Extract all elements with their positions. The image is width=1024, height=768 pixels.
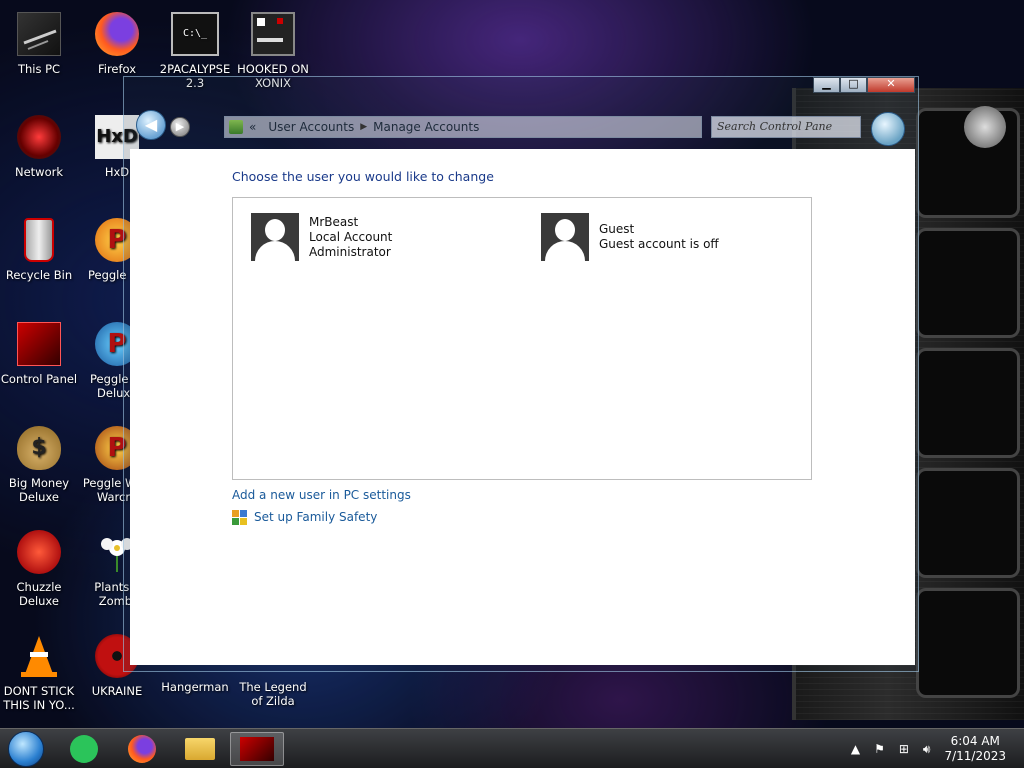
desktop-icon-label: DONT STICK THIS IN YO...: [3, 684, 75, 712]
alien-head-icon: [964, 106, 1006, 148]
minimize-button[interactable]: ▁: [813, 77, 840, 93]
desktop-icon-label: This PC: [17, 62, 61, 76]
computer-icon: [17, 12, 61, 56]
clock[interactable]: 6:04 AM 7/11/2023: [944, 734, 1006, 764]
user-account-type: Local Account: [309, 230, 393, 244]
desktop-icon-recycle-bin[interactable]: Recycle Bin: [0, 218, 78, 282]
close-button[interactable]: ✕: [867, 77, 915, 93]
desktop-icon-label: UKRAINE: [91, 684, 143, 698]
taskbar-firefox[interactable]: [118, 732, 166, 766]
terminal-icon: C:\_: [171, 12, 219, 56]
control-panel-icon: [240, 737, 274, 761]
folder-icon: [185, 738, 215, 760]
user-name: Guest: [599, 222, 635, 236]
firefox-icon: [128, 735, 156, 763]
system-tray: ▲ ⚑ ⊞ 🔊︎ 6:04 AM 7/11/2023: [851, 729, 1024, 768]
desktop-icon-label: Chuzzle Deluxe: [16, 580, 62, 608]
desktop-icon-chuzzle[interactable]: Chuzzle Deluxe: [0, 530, 78, 608]
network-icon[interactable]: ⊞: [899, 742, 909, 756]
window-caption-buttons: ▁ □ ✕: [813, 77, 915, 93]
control-panel-icon: [17, 322, 61, 366]
chuzzle-icon: [17, 530, 61, 574]
chevron-up-icon[interactable]: ▲: [851, 742, 860, 756]
user-avatar-icon: [541, 213, 589, 261]
user-tile-guest[interactable]: Guest Guest account is off: [541, 213, 719, 261]
back-button[interactable]: ◀: [136, 110, 166, 140]
arrow-right-icon: ▶: [175, 120, 185, 133]
desktop-icon-this-pc[interactable]: This PC: [0, 12, 78, 76]
desktop-icon-label: Recycle Bin: [5, 268, 73, 282]
breadcrumb-manage-accounts[interactable]: Manage Accounts: [367, 120, 485, 134]
add-user-link[interactable]: Add a new user in PC settings: [232, 488, 411, 502]
search-icon[interactable]: [871, 112, 905, 146]
traffic-cone-icon: [17, 634, 61, 678]
address-bar[interactable]: « User Accounts ▶ Manage Accounts: [224, 116, 702, 138]
notes-icon: [70, 735, 98, 763]
breadcrumb-prefix[interactable]: «: [243, 120, 262, 134]
desktop-icon-label: Hangerman: [161, 680, 229, 694]
desktop-icon-label: Control Panel: [0, 372, 78, 386]
user-role: Administrator: [309, 245, 391, 259]
family-safety-icon: [232, 510, 248, 526]
desktop-icon-big-money[interactable]: $ Big Money Deluxe: [0, 426, 78, 504]
desktop-icon-control-panel[interactable]: Control Panel: [0, 322, 78, 386]
user-name: MrBeast: [309, 215, 359, 229]
flag-icon[interactable]: ⚑: [874, 742, 885, 756]
arrow-left-icon: ◀: [144, 115, 158, 134]
xonix-icon: [251, 12, 295, 56]
desktop-icon-label: Firefox: [97, 62, 137, 76]
desktop-icon-network[interactable]: Network: [0, 115, 78, 179]
taskbar-control-panel[interactable]: [230, 732, 284, 766]
desktop-icon-dont-stick[interactable]: DONT STICK THIS IN YO...: [0, 634, 78, 712]
family-safety-link[interactable]: Set up Family Safety: [254, 510, 377, 524]
user-list: MrBeast Local Account Administrator Gues…: [232, 197, 812, 480]
maximize-button[interactable]: □: [840, 77, 867, 93]
page-title: Choose the user you would like to change: [232, 169, 494, 184]
money-bag-icon: $: [17, 426, 61, 470]
taskbar-file-explorer[interactable]: [176, 732, 224, 766]
breadcrumb-separator-icon[interactable]: ▶: [360, 122, 367, 132]
recycle-bin-icon: [24, 218, 54, 262]
desktop-icon-label: Network: [14, 165, 64, 179]
user-accounts-icon: [229, 120, 243, 134]
start-button[interactable]: [8, 731, 44, 767]
user-tile-mrbeast[interactable]: MrBeast Local Account Administrator: [251, 213, 392, 261]
breadcrumb-user-accounts[interactable]: User Accounts: [262, 120, 360, 134]
volume-icon[interactable]: 🔊︎: [923, 742, 931, 757]
forward-button[interactable]: ▶: [170, 117, 190, 137]
desktop-icon-firefox[interactable]: Firefox: [78, 12, 156, 76]
taskbar: ▲ ⚑ ⊞ 🔊︎ 6:04 AM 7/11/2023: [0, 728, 1024, 768]
clock-time: 6:04 AM: [950, 734, 1000, 748]
desktop-icon-label: Big Money Deluxe: [8, 476, 70, 504]
network-alien-icon: [17, 115, 61, 159]
search-input[interactable]: Search Control Pane: [711, 116, 861, 138]
taskbar-notes-app[interactable]: [60, 732, 108, 766]
clock-date: 7/11/2023: [944, 749, 1006, 763]
user-status: Guest account is off: [599, 237, 719, 251]
user-avatar-icon: [251, 213, 299, 261]
desktop-icon-label: The Legend of Zilda: [239, 680, 307, 708]
firefox-icon: [95, 12, 139, 56]
content-pane: Choose the user you would like to change…: [130, 149, 915, 665]
